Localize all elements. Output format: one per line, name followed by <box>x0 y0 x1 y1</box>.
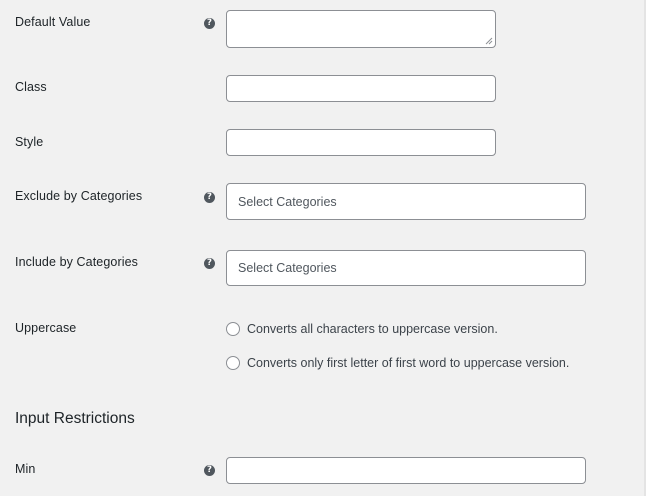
exclude-categories-help-icon[interactable]: ? <box>204 192 215 203</box>
default-value-textarea[interactable] <box>226 10 496 48</box>
default-value-help-icon[interactable]: ? <box>204 18 215 29</box>
style-label: Style <box>15 135 44 149</box>
include-categories-placeholder: Select Categories <box>238 261 337 275</box>
uppercase-all-label[interactable]: Converts all characters to uppercase ver… <box>247 322 498 336</box>
uppercase-all-radio[interactable] <box>226 322 240 336</box>
include-categories-help-icon[interactable]: ? <box>204 258 215 269</box>
uppercase-first-radio[interactable] <box>226 356 240 370</box>
min-label: Min <box>15 462 36 476</box>
uppercase-first-label[interactable]: Converts only first letter of first word… <box>247 356 569 370</box>
style-input[interactable] <box>226 129 496 156</box>
class-label: Class <box>15 80 47 94</box>
resize-handle-icon[interactable] <box>485 37 493 45</box>
include-categories-select[interactable]: Select Categories <box>226 250 586 286</box>
min-input[interactable] <box>226 457 586 484</box>
exclude-categories-placeholder: Select Categories <box>238 194 337 209</box>
class-input[interactable] <box>226 75 496 102</box>
exclude-categories-select[interactable]: Select Categories <box>226 183 586 220</box>
uppercase-label: Uppercase <box>15 321 77 335</box>
exclude-categories-label: Exclude by Categories <box>15 189 143 203</box>
min-help-icon[interactable]: ? <box>204 465 215 476</box>
input-restrictions-heading: Input Restrictions <box>15 410 135 427</box>
uppercase-option-first[interactable]: Converts only first letter of first word… <box>226 355 569 371</box>
uppercase-option-all[interactable]: Converts all characters to uppercase ver… <box>226 321 498 337</box>
default-value-label: Default Value <box>15 15 91 29</box>
include-categories-label: Include by Categories <box>15 255 139 269</box>
